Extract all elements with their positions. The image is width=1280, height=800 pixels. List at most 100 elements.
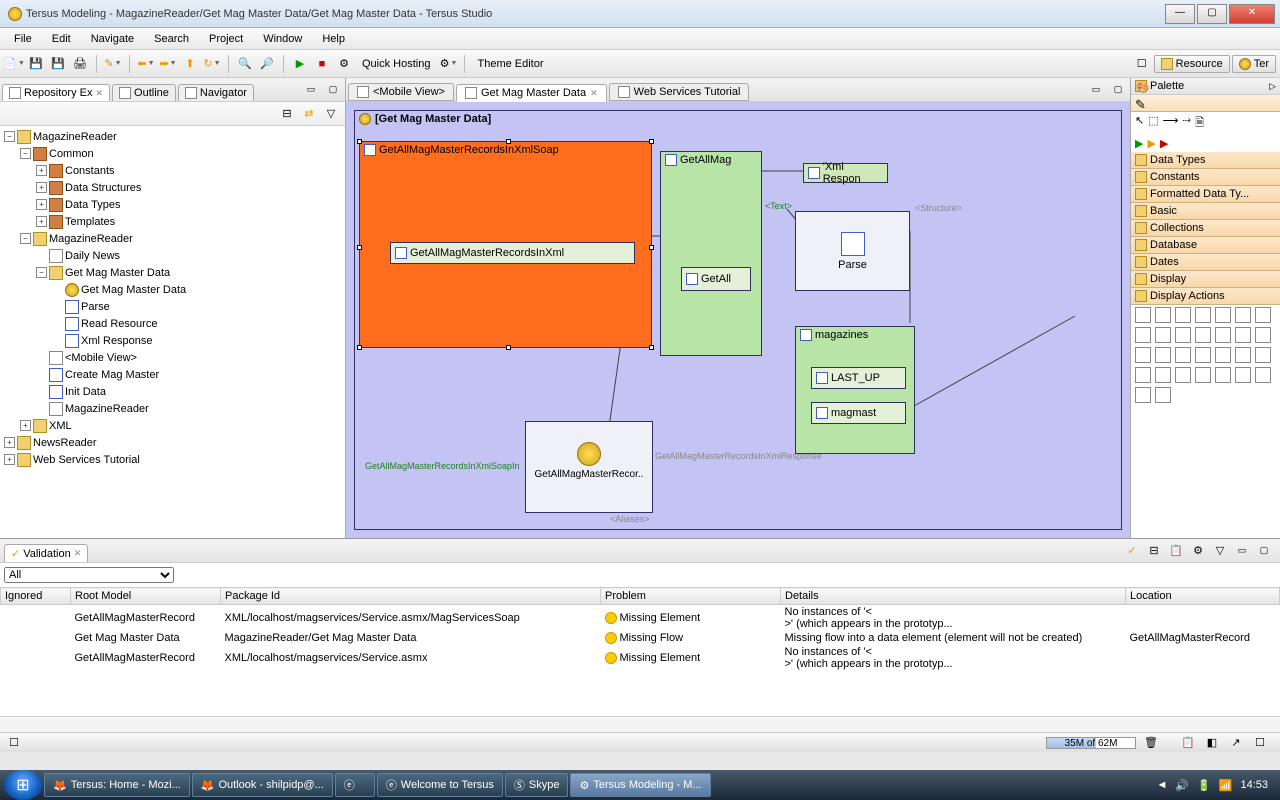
palette-cat-formatted[interactable]: Formatted Data Ty... (1131, 186, 1280, 203)
palette-item[interactable] (1175, 327, 1191, 343)
palette-item[interactable] (1255, 327, 1271, 343)
palette-item[interactable] (1215, 327, 1231, 343)
connect-tool[interactable]: ⟶ (1163, 114, 1179, 133)
close-button[interactable]: ✕ (1229, 4, 1275, 24)
palette-cat-display[interactable]: Display (1131, 271, 1280, 288)
run-icon[interactable]: ▶ (1135, 137, 1143, 150)
val-tool-3[interactable]: 📋 (1166, 540, 1186, 560)
validation-table[interactable]: Ignored Root Model Package Id Problem De… (0, 587, 1280, 716)
palette-item[interactable] (1255, 307, 1271, 323)
col-package[interactable]: Package Id (221, 588, 601, 605)
perspective-tersus[interactable]: Ter (1232, 55, 1276, 73)
val-tool-4[interactable]: ⚙ (1188, 540, 1208, 560)
print-button[interactable]: 🖨 (70, 54, 90, 74)
palette-cat-dates[interactable]: Dates (1131, 254, 1280, 271)
host-config-button[interactable]: ⚙▼ (438, 54, 458, 74)
palette-item[interactable] (1235, 307, 1251, 323)
menu-project[interactable]: Project (199, 31, 253, 47)
task-item[interactable]: ⓔWelcome to Tersus (377, 773, 503, 797)
tree-magreader2[interactable]: MagazineReader (2, 400, 343, 417)
validation-filter[interactable]: All (4, 567, 174, 583)
tray-icon[interactable]: 📶 (1219, 779, 1233, 792)
palette-expand-icon[interactable]: ▷ (1269, 81, 1276, 92)
model-getall-inner[interactable]: GetAll (681, 267, 751, 291)
maximize-button[interactable]: ▢ (1197, 4, 1227, 24)
palette-cat-basic[interactable]: Basic (1131, 203, 1280, 220)
tab-repository[interactable]: Repository Ex✕ (2, 84, 110, 101)
select-tool[interactable]: ↖ (1135, 114, 1144, 133)
zoom-out-button[interactable]: 🔎 (257, 54, 277, 74)
status-btn-2[interactable]: ◧ (1202, 733, 1222, 753)
minimize-view-icon[interactable]: ▭ (1232, 540, 1252, 560)
stop-button[interactable]: ■ (312, 54, 332, 74)
palette-item[interactable] (1195, 327, 1211, 343)
task-item-ie[interactable]: ⓔ (335, 773, 375, 797)
pointer-icon[interactable]: ✎ (1135, 97, 1147, 109)
tree-xml[interactable]: +XML (2, 417, 343, 434)
palette-item[interactable] (1195, 347, 1211, 363)
maximize-view-icon[interactable]: ▢ (323, 79, 343, 99)
tree-data-types[interactable]: +Data Types (2, 196, 343, 213)
tree-parse[interactable]: Parse (2, 298, 343, 315)
palette-cat-datatypes[interactable]: Data Types (1131, 152, 1280, 169)
tree-create-mag-master[interactable]: Create Mag Master (2, 366, 343, 383)
tree-get-mag-master-data[interactable]: Get Mag Master Data (2, 281, 343, 298)
status-icon[interactable]: ☐ (4, 733, 24, 753)
palette-item[interactable] (1175, 307, 1191, 323)
palette-item[interactable] (1235, 367, 1251, 383)
maximize-view-icon[interactable]: ▢ (1254, 540, 1274, 560)
memory-bar[interactable]: 35M of 62M (1046, 737, 1136, 749)
palette-item[interactable] (1155, 347, 1171, 363)
menu-edit[interactable]: Edit (42, 31, 81, 47)
palette-item[interactable] (1255, 367, 1271, 383)
model-lastup[interactable]: LAST_UP (811, 367, 906, 389)
status-btn-4[interactable]: ☐ (1250, 733, 1270, 753)
palette-item[interactable] (1155, 307, 1171, 323)
palette-item[interactable] (1255, 347, 1271, 363)
marquee-tool[interactable]: ⬚ (1148, 114, 1158, 133)
model-soap-box[interactable]: GetAllMagMasterRecordsInXmlSoap GetAllMa… (359, 141, 652, 348)
task-item[interactable]: 🦊Outlook - shilpidp@... (192, 773, 333, 797)
tree-data-structures[interactable]: +Data Structures (2, 179, 343, 196)
editor-tab-webservices[interactable]: Web Services Tutorial (609, 83, 750, 101)
h-scrollbar[interactable] (0, 716, 1280, 732)
tree-templates[interactable]: +Templates (2, 213, 343, 230)
tree-daily-news[interactable]: Daily News (2, 247, 343, 264)
palette-item[interactable] (1215, 347, 1231, 363)
close-icon[interactable]: ✕ (74, 548, 82, 559)
tab-outline[interactable]: Outline (112, 84, 176, 101)
status-btn-1[interactable]: 📋 (1178, 733, 1198, 753)
collapse-button[interactable]: ⊟ (277, 104, 297, 124)
task-item-active[interactable]: ⚙Tersus Modeling - M... (570, 773, 710, 797)
palette-item[interactable] (1135, 387, 1151, 403)
zoom-in-button[interactable]: 🔍 (235, 54, 255, 74)
palette-item[interactable] (1195, 307, 1211, 323)
menu-search[interactable]: Search (144, 31, 199, 47)
table-row[interactable]: Get Mag Master DataMagazineReader/Get Ma… (1, 631, 1280, 645)
theme-editor-button[interactable]: Theme Editor (471, 58, 549, 70)
palette-item[interactable] (1155, 387, 1171, 403)
save-all-button[interactable]: 💾 (48, 54, 68, 74)
tree-read-resource[interactable]: Read Resource (2, 315, 343, 332)
model-parse[interactable]: Parse (795, 211, 910, 291)
dotted-tool[interactable]: ⤑ (1182, 114, 1191, 133)
val-tool-2[interactable]: ⊟ (1144, 540, 1164, 560)
tray-expand-icon[interactable]: ◄ (1156, 779, 1167, 791)
tree-magreader[interactable]: −MagazineReader (2, 230, 343, 247)
val-tool-5[interactable]: ▽ (1210, 540, 1230, 560)
table-row[interactable]: GetAllMagMasterRecordXML/localhost/magse… (1, 605, 1280, 632)
stop-icon[interactable]: ▶ (1160, 137, 1168, 150)
model-getallmag[interactable]: GetAllMag GetAll (660, 151, 762, 356)
tray-icon[interactable]: 🔊 (1175, 779, 1189, 792)
menu-window[interactable]: Window (253, 31, 312, 47)
palette-item[interactable] (1135, 327, 1151, 343)
col-root[interactable]: Root Model (71, 588, 221, 605)
palette-item[interactable] (1135, 367, 1151, 383)
val-tool-1[interactable]: ✓ (1122, 540, 1142, 560)
palette-item[interactable] (1155, 327, 1171, 343)
note-tool[interactable]: 🗎 (1195, 114, 1204, 133)
menu-navigate[interactable]: Navigate (81, 31, 144, 47)
clock[interactable]: 14:53 (1240, 779, 1268, 791)
menu-button[interactable]: ▽ (321, 104, 341, 124)
palette-cat-database[interactable]: Database (1131, 237, 1280, 254)
